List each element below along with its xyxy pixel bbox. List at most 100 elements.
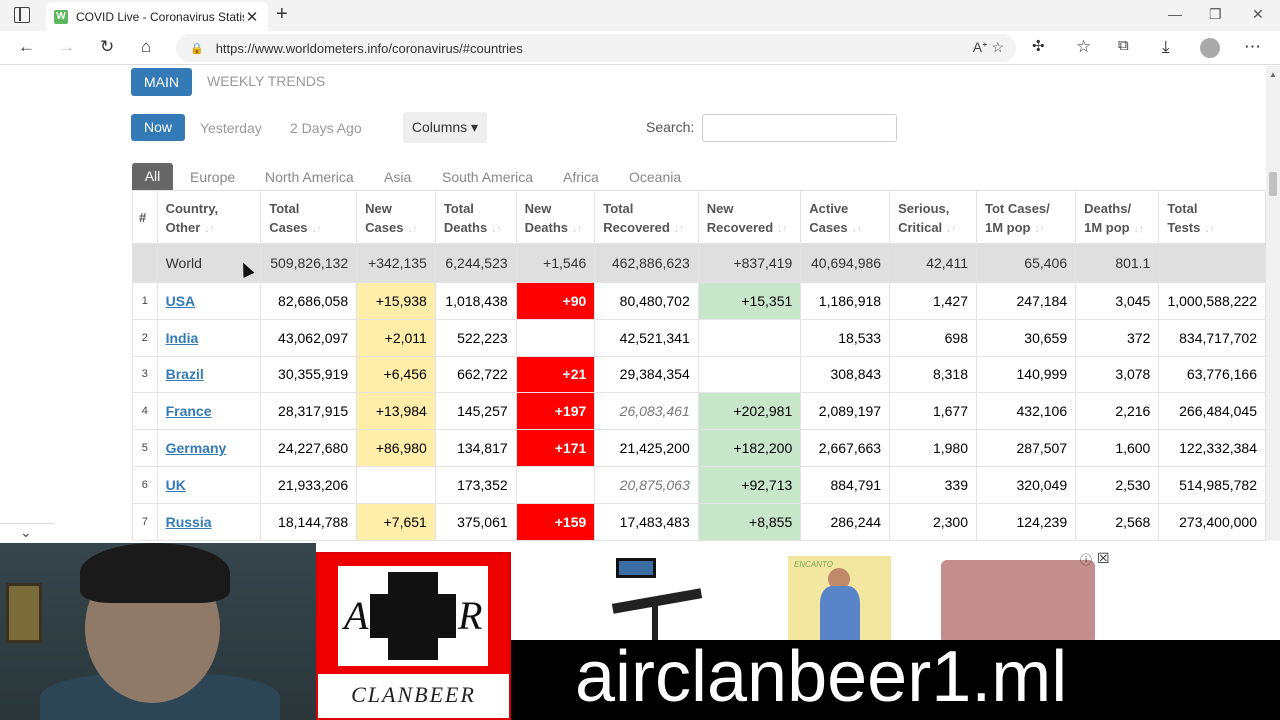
col-header[interactable]: Tot Cases/1M pop ↓↑ — [975, 190, 1077, 244]
chevron-down-icon[interactable]: ⌄ — [0, 523, 54, 543]
region-tab-africa[interactable]: Africa — [563, 169, 599, 185]
cell: 140,999 — [975, 355, 1077, 394]
cell: 339 — [889, 465, 977, 504]
region-tab-all[interactable]: All — [132, 163, 173, 190]
col-header[interactable]: Deaths/1M pop ↓↑ — [1075, 190, 1160, 244]
forward-icon[interactable]: → — [58, 37, 75, 57]
extensions-icon[interactable]: ✣ — [1032, 37, 1045, 55]
collections-icon[interactable]: ⧉ — [1118, 37, 1129, 54]
read-aloud-icon[interactable]: Aᐩ ☆ — [973, 39, 1004, 56]
cell: +202,981 — [697, 392, 802, 431]
cell: +2,011 — [356, 318, 436, 357]
col-header[interactable]: New Deaths ↓↑ — [515, 190, 596, 244]
cell: 122,332,384 — [1158, 429, 1266, 467]
table-row: 4 France 28,317,915 +13,984 145,257 +197… — [132, 392, 1266, 431]
cell: 29,384,354 — [594, 355, 699, 394]
country-cell: USA — [156, 282, 262, 320]
col-header[interactable]: Total Tests ↓↑ — [1158, 190, 1266, 244]
favorites-icon[interactable]: ☆ — [1076, 37, 1091, 57]
col-header[interactable]: New Cases ↓↑ — [356, 190, 436, 244]
now-tab[interactable]: Now — [131, 114, 185, 141]
wallet-ad[interactable] — [931, 556, 1105, 640]
clanbeer-logo: A R CLANBEER — [316, 552, 511, 720]
cell: 662,722 — [434, 355, 517, 394]
country-link[interactable]: Russia — [166, 514, 212, 530]
window-close-icon[interactable]: ✕ — [1252, 6, 1264, 23]
region-tab-asia[interactable]: Asia — [384, 169, 411, 185]
cell: 21,933,206 — [260, 465, 358, 504]
cell — [697, 355, 802, 394]
cell: +342,135 — [356, 243, 436, 283]
scrollbar-thumb[interactable] — [1269, 172, 1277, 196]
country-link[interactable]: France — [166, 403, 212, 419]
col-header[interactable]: Serious, Critical ↓↑ — [889, 190, 977, 244]
col-header[interactable]: Total Deaths ↓↑ — [434, 190, 517, 244]
cell: 884,791 — [800, 465, 891, 504]
scroll-up-icon[interactable]: ▲ — [1269, 70, 1277, 79]
col-header[interactable]: Active Cases ↓↑ — [800, 190, 891, 244]
search-input[interactable] — [702, 114, 897, 142]
page-scrollbar[interactable]: ▲ — [1266, 66, 1280, 541]
weekly-trends-tab[interactable]: WEEKLY TRENDS — [207, 73, 325, 89]
main-tab[interactable]: MAIN — [131, 68, 192, 96]
cell: 63,776,166 — [1158, 355, 1266, 394]
cell: +92,713 — [697, 465, 802, 504]
ad-close-icon[interactable]: ☒ — [1097, 550, 1110, 567]
profile-avatar[interactable] — [1200, 38, 1220, 58]
col-header[interactable]: Total Recovered ↓↑ — [594, 190, 699, 244]
country-link[interactable]: Germany — [166, 440, 227, 456]
restore-icon[interactable]: ❐ — [1209, 6, 1222, 23]
cell: 80,480,702 — [594, 282, 699, 320]
col-header[interactable]: New Recovered ↓↑ — [697, 190, 802, 244]
region-tab-north-america[interactable]: North America — [265, 169, 354, 185]
cell: +6,456 — [356, 355, 436, 394]
cell: 2,667,663 — [800, 429, 891, 467]
region-tab-south-america[interactable]: South America — [442, 169, 533, 185]
country-cell: France — [156, 392, 262, 431]
address-bar[interactable]: 🔒 https://www.worldometers.info/coronavi… — [176, 34, 1016, 62]
ad-info-icon[interactable]: ⓘ — [1080, 551, 1092, 568]
new-tab-icon[interactable]: + — [276, 3, 288, 26]
back-icon[interactable]: ← — [18, 37, 35, 57]
cell: 2,216 — [1075, 392, 1160, 431]
col-header[interactable]: Country, Other ↓↑ — [156, 190, 262, 244]
more-menu-icon[interactable]: ⋯ — [1244, 37, 1261, 57]
country-link[interactable]: India — [166, 330, 199, 346]
cell: 273,400,000 — [1158, 502, 1266, 541]
country-link[interactable]: Brazil — [166, 366, 204, 382]
tab-actions-icon[interactable] — [14, 7, 30, 23]
cell: 522,223 — [434, 318, 517, 357]
col-header[interactable]: Total Cases ↓↑ — [260, 190, 358, 244]
country-link[interactable]: UK — [166, 477, 186, 493]
col-header[interactable]: # — [132, 190, 158, 244]
cell: 40,694,986 — [800, 243, 891, 283]
wall-picture-frame — [6, 583, 42, 643]
region-tab-europe[interactable]: Europe — [190, 169, 235, 185]
logo-letter-left: A — [344, 593, 369, 638]
row-rank: 1 — [132, 282, 158, 320]
cell: 372 — [1075, 318, 1160, 357]
laptop-desk-ad[interactable] — [572, 556, 747, 640]
cell: 266,484,045 — [1158, 392, 1266, 431]
iron-cross-arm — [370, 594, 456, 638]
minimize-icon[interactable]: — — [1168, 6, 1182, 22]
downloads-icon[interactable]: ⤓ — [1162, 37, 1170, 57]
two-days-ago-tab[interactable]: 2 Days Ago — [290, 120, 362, 136]
yesterday-tab[interactable]: Yesterday — [200, 120, 262, 136]
region-tab-oceania[interactable]: Oceania — [629, 169, 681, 185]
country-cell: Russia — [156, 502, 262, 541]
website-banner: airclanbeer1.ml — [511, 640, 1280, 720]
doll-ad[interactable]: ENCANTO — [788, 556, 891, 640]
cell: 320,049 — [975, 465, 1077, 504]
close-tab-icon[interactable]: ✕ — [244, 8, 260, 26]
cell: 1,427 — [889, 282, 977, 320]
home-icon[interactable]: ⌂ — [141, 37, 151, 57]
country-link[interactable]: USA — [166, 293, 196, 309]
cell: 24,227,680 — [260, 429, 358, 467]
cell: 124,239 — [975, 502, 1077, 541]
refresh-icon[interactable]: ↻ — [100, 37, 114, 57]
webcam-overlay — [0, 543, 316, 720]
columns-dropdown[interactable]: Columns ▾ — [403, 112, 487, 143]
browser-tab[interactable]: W COVID Live - Coronavirus Statisti ✕ — [46, 2, 268, 31]
cell: 20,875,063 — [594, 465, 699, 504]
